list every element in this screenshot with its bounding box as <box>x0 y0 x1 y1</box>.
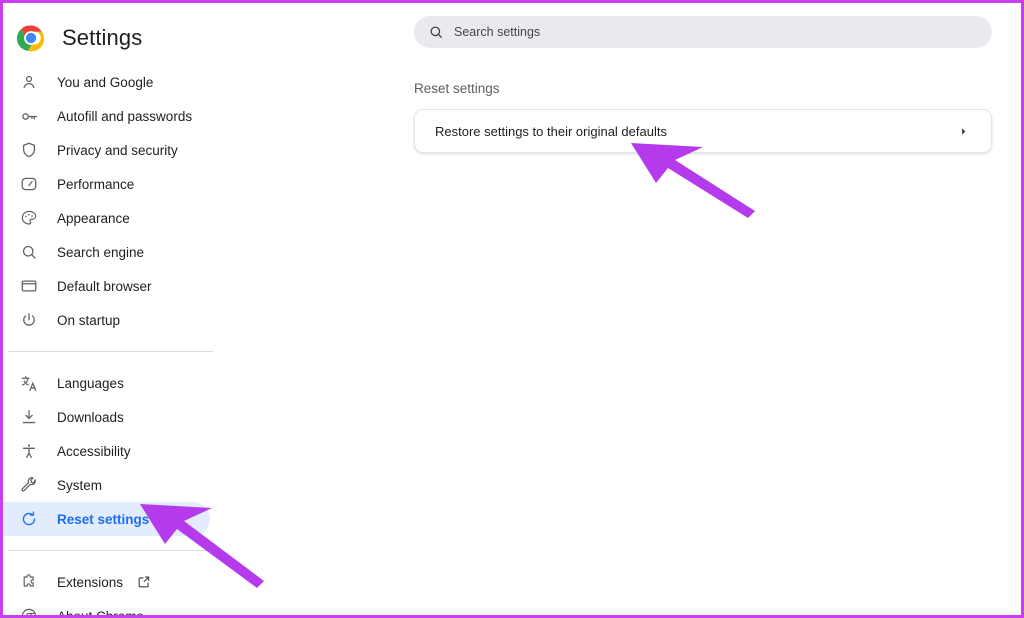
speedometer-icon <box>19 174 39 194</box>
chrome-settings-window: Settings You and Google Autofill and pas… <box>0 0 1024 618</box>
sidebar-item-label: Languages <box>57 375 124 391</box>
sidebar-item-label: On startup <box>57 312 121 328</box>
sidebar-item-you-and-google[interactable]: You and Google <box>3 65 210 99</box>
search-icon <box>428 24 444 40</box>
sidebar-item-appearance[interactable]: Appearance <box>3 201 210 235</box>
settings-sidebar: Settings You and Google Autofill and pas… <box>3 3 303 615</box>
search-settings-field[interactable]: Search settings <box>414 16 992 48</box>
sidebar-item-default-browser[interactable]: Default browser <box>3 269 210 303</box>
sidebar-item-label: Accessibility <box>57 443 131 459</box>
person-icon <box>19 72 39 92</box>
sidebar-item-extensions[interactable]: Extensions <box>3 565 210 599</box>
sidebar-item-label: System <box>57 477 103 493</box>
search-icon <box>19 242 39 262</box>
sidebar-item-on-startup[interactable]: On startup <box>3 303 210 337</box>
settings-main-panel: Search settings Reset settings Restore s… <box>303 3 1021 615</box>
power-icon <box>19 310 39 330</box>
sidebar-item-label: About Chrome <box>57 608 145 618</box>
accessibility-icon <box>19 441 39 461</box>
sidebar-item-label: Default browser <box>57 278 152 294</box>
sidebar-item-about-chrome[interactable]: About Chrome <box>3 599 210 618</box>
page-title: Settings <box>62 25 143 50</box>
chrome-outline-icon <box>19 606 39 615</box>
sidebar-item-label: Reset settings <box>57 511 150 527</box>
key-icon <box>19 106 39 126</box>
sidebar-item-label: Privacy and security <box>57 142 178 158</box>
sidebar-header: Settings <box>3 15 142 61</box>
sidebar-item-reset-settings[interactable]: Reset settings <box>3 502 210 536</box>
sidebar-item-accessibility[interactable]: Accessibility <box>3 434 210 468</box>
sidebar-item-label: Search engine <box>57 244 145 260</box>
section-title-reset-settings: Reset settings <box>414 81 500 96</box>
sidebar-nav: You and Google Autofill and passwords Pr… <box>3 65 303 618</box>
window-icon <box>19 276 39 296</box>
sidebar-item-languages[interactable]: Languages <box>3 366 210 400</box>
sidebar-item-label: Autofill and passwords <box>57 108 193 124</box>
chrome-logo-icon <box>16 25 45 52</box>
extensions-icon <box>19 572 39 592</box>
download-icon <box>19 407 39 427</box>
chevron-right-icon <box>958 126 969 137</box>
sidebar-item-downloads[interactable]: Downloads <box>3 400 210 434</box>
palette-icon <box>19 208 39 228</box>
sidebar-item-search-engine[interactable]: Search engine <box>3 235 210 269</box>
translate-icon <box>19 373 39 393</box>
sidebar-item-privacy-and-security[interactable]: Privacy and security <box>3 133 210 167</box>
restore-settings-label: Restore settings to their original defau… <box>435 123 667 139</box>
sidebar-item-label: Downloads <box>57 409 124 425</box>
wrench-icon <box>19 475 39 495</box>
sidebar-item-label: Extensions <box>57 574 124 590</box>
restore-settings-row[interactable]: Restore settings to their original defau… <box>414 109 992 153</box>
sidebar-item-label: Appearance <box>57 210 130 226</box>
shield-icon <box>19 140 39 160</box>
reset-icon <box>19 509 39 529</box>
sidebar-item-autofill-and-passwords[interactable]: Autofill and passwords <box>3 99 210 133</box>
sidebar-item-label: Performance <box>57 176 135 192</box>
search-placeholder: Search settings <box>454 25 541 39</box>
sidebar-item-system[interactable]: System <box>3 468 210 502</box>
open-in-new-icon <box>137 575 151 589</box>
sidebar-item-performance[interactable]: Performance <box>3 167 210 201</box>
sidebar-item-label: You and Google <box>57 74 154 90</box>
